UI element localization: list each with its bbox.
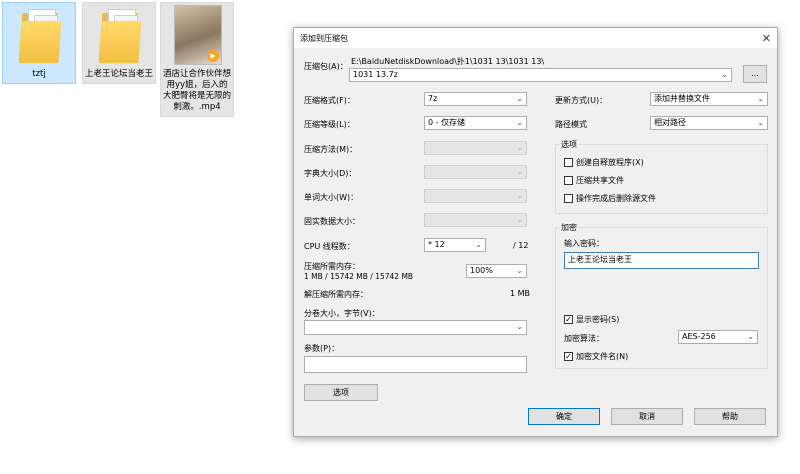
method-select[interactable]: ⌄ (424, 141, 527, 155)
chevron-down-icon: ⌄ (516, 94, 523, 103)
chevron-down-icon: ⌄ (757, 94, 764, 103)
chevron-down-icon: ⌄ (516, 167, 523, 176)
chevron-down-icon: ⌄ (757, 118, 764, 127)
mem-decomp-label: 解压缩所需内存： (304, 290, 368, 299)
desktop-folder-laowang[interactable]: 上老王论坛当老王 (82, 2, 156, 84)
close-icon[interactable]: ✕ (762, 32, 771, 45)
threads-label: CPU 线程数： (304, 242, 355, 251)
desktop-icon-label: 上老王论坛当老王 (85, 69, 154, 79)
delete-checkbox[interactable]: 操作完成后删除源文件 (564, 193, 656, 204)
chevron-down-icon: ⌄ (516, 118, 523, 127)
folder-icon (18, 7, 62, 63)
checkbox-box (564, 176, 573, 185)
desktop-video-file[interactable]: ▶ 酒店让合作伙伴想用yy姐，后入的大肥臀将是无限的刺激。.mp4 (160, 2, 234, 117)
solid-label: 固实数据大小： (304, 217, 360, 226)
options-group-title: 选项 (559, 139, 579, 150)
encrypt-group-title: 加密 (559, 222, 579, 233)
sfx-checkbox[interactable]: 创建自释放程序(X) (564, 157, 644, 168)
params-input[interactable] (304, 356, 527, 373)
params-label: 参数(P)： (304, 344, 340, 353)
password-input[interactable]: 上老王论坛当老王 (564, 252, 759, 269)
chevron-down-icon: ⌄ (516, 143, 523, 152)
chevron-down-icon: ⌄ (721, 70, 728, 79)
play-icon: ▶ (207, 50, 219, 62)
path-select[interactable]: 相对路径 ⌄ (650, 116, 768, 130)
volume-label: 分卷大小，字节(V)： (304, 309, 380, 318)
path-label: 路径模式 (555, 120, 587, 129)
chevron-down-icon: ⌄ (516, 322, 523, 331)
chevron-down-icon: ⌄ (747, 332, 754, 341)
archive-name-input[interactable]: 1031 13.7z ⌄ (349, 68, 732, 82)
check-icon: ✓ (564, 315, 573, 324)
checkbox-box (564, 158, 573, 167)
threads-select[interactable]: * 12 ⌄ (424, 238, 486, 252)
desktop-icon-label: tztj (32, 69, 46, 79)
shared-checkbox[interactable]: 压缩共享文件 (564, 175, 624, 186)
update-label: 更新方式(U)： (555, 96, 608, 105)
add-to-archive-dialog: 添加到压缩包 ✕ 压缩包(A)： E:\BaiduNetdiskDownload… (293, 27, 778, 437)
archive-path: E:\BaiduNetdiskDownload\扑1\1031 13\1031 … (351, 57, 545, 66)
chevron-down-icon: ⌄ (475, 240, 482, 249)
dict-label: 字典大小(D)： (304, 169, 357, 178)
encrypt-method-label: 加密算法： (564, 334, 604, 343)
encrypt-names-checkbox[interactable]: ✓ 加密文件名(N) (564, 351, 628, 362)
help-button[interactable]: 帮助 (694, 408, 766, 425)
check-icon: ✓ (564, 352, 573, 361)
archive-label: 压缩包(A)： (304, 62, 348, 71)
desktop-icon-label: 酒店让合作伙伴想用yy姐，后入的大肥臀将是无限的刺激。.mp4 (163, 69, 232, 112)
word-select[interactable]: ⌄ (424, 189, 527, 203)
chevron-down-icon: ⌄ (516, 266, 523, 275)
format-label: 压缩格式(F)： (304, 96, 355, 105)
checkbox-box (564, 194, 573, 203)
show-password-checkbox[interactable]: ✓ 显示密码(S) (564, 314, 619, 325)
video-thumbnail-icon: ▶ (174, 5, 222, 65)
ok-button[interactable]: 确定 (528, 408, 600, 425)
password-label: 输入密码： (564, 239, 604, 248)
dict-select[interactable]: ⌄ (424, 165, 527, 179)
mem-comp-label: 压缩所需内存： (304, 262, 360, 271)
options-button[interactable]: 选项 (304, 384, 378, 401)
word-label: 单词大小(W)： (304, 193, 359, 202)
encrypt-method-select[interactable]: AES-256 ⌄ (678, 330, 758, 344)
dialog-titlebar: 添加到压缩包 ✕ (294, 28, 777, 48)
desktop-folder-tztj[interactable]: tztj (2, 2, 76, 84)
format-select[interactable]: 7z ⌄ (424, 92, 527, 106)
mem-comp-detail: 1 MB / 15742 MB / 15742 MB (304, 272, 414, 281)
level-select[interactable]: 0 - 仅存储 ⌄ (424, 116, 527, 130)
mem-decomp-value: 1 MB (510, 289, 531, 298)
method-label: 压缩方法(M)： (304, 145, 358, 154)
solid-select[interactable]: ⌄ (424, 213, 527, 227)
folder-icon (98, 7, 142, 63)
mem-percent-select[interactable]: 100% ⌄ (466, 264, 527, 278)
chevron-down-icon: ⌄ (516, 215, 523, 224)
threads-total: / 12 (513, 241, 529, 250)
cancel-button[interactable]: 取消 (611, 408, 683, 425)
level-label: 压缩等级(L)： (304, 120, 355, 129)
volume-select[interactable]: ⌄ (304, 320, 527, 335)
update-select[interactable]: 添加并替换文件 ⌄ (650, 92, 768, 106)
dialog-title: 添加到压缩包 (300, 33, 348, 43)
browse-button[interactable]: ... (743, 65, 767, 83)
chevron-down-icon: ⌄ (516, 191, 523, 200)
